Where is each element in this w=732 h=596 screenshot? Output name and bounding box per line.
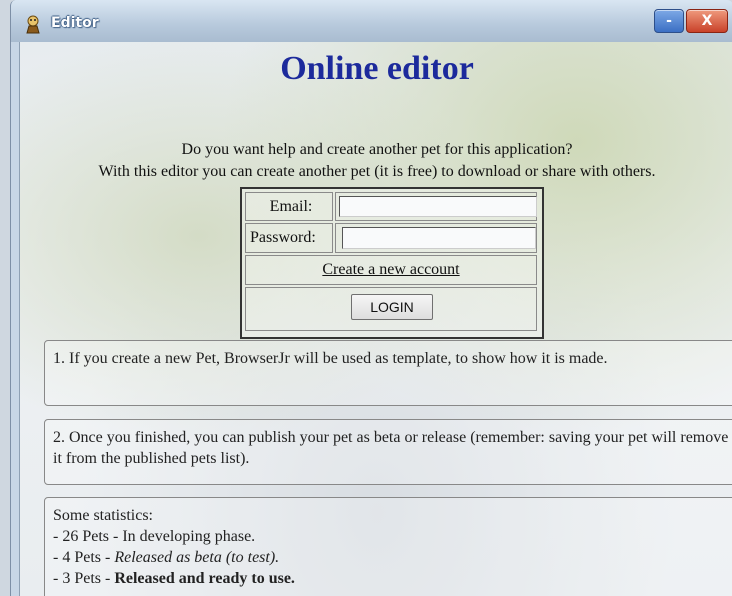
- email-cell: [335, 192, 537, 221]
- create-account-link[interactable]: Create a new account: [322, 261, 459, 279]
- login-button[interactable]: LOGIN: [351, 294, 433, 320]
- statistic-item: - 4 Pets - Released as beta (to test).: [53, 547, 729, 568]
- statistic-prefix: - 26 Pets -: [53, 528, 123, 545]
- close-button[interactable]: X: [686, 9, 728, 33]
- minimize-button[interactable]: -: [654, 9, 684, 33]
- minimize-icon: -: [666, 13, 672, 29]
- password-field[interactable]: [342, 227, 536, 249]
- statistics-title: Some statistics:: [53, 507, 153, 524]
- close-icon: X: [701, 13, 713, 29]
- title-bar[interactable]: Editor - X: [11, 0, 732, 42]
- intro-text-1: Do you want help and create another pet …: [181, 141, 573, 158]
- login-row: LOGIN: [245, 287, 537, 331]
- statistic-text: Released and ready to use.: [114, 570, 295, 587]
- pet-character-icon: [26, 15, 40, 34]
- login-form: Email: Password: Create a new account LO…: [240, 187, 544, 339]
- info-panel-publish: 2. Once you finished, you can publish yo…: [44, 419, 732, 485]
- statistic-prefix: - 4 Pets -: [53, 549, 115, 566]
- statistic-item: - 26 Pets - In developing phase.: [53, 526, 729, 547]
- email-label: Email:: [245, 192, 333, 221]
- info-text-template: 1. If you create a new Pet, BrowserJr wi…: [53, 350, 608, 367]
- statistic-text: Released as beta (to test).: [114, 549, 280, 566]
- intro-text-2: With this editor you can create another …: [98, 163, 656, 180]
- statistic-item: - 3 Pets - Released and ready to use.: [53, 568, 729, 589]
- password-cell: [335, 223, 537, 253]
- page-title: Online editor: [280, 50, 474, 87]
- email-field[interactable]: [339, 196, 537, 217]
- window-title: Editor: [51, 15, 99, 31]
- editor-window: Editor - X Online editor Do you want hel…: [10, 0, 732, 596]
- statistic-prefix: - 3 Pets -: [53, 570, 115, 587]
- statistics-panel: Some statistics: - 26 Pets - In developi…: [44, 497, 732, 596]
- create-account-row: Create a new account: [245, 255, 537, 285]
- password-label: Password:: [245, 223, 333, 253]
- editor-content: Online editor Do you want help and creat…: [19, 42, 732, 596]
- info-text-publish: 2. Once you finished, you can publish yo…: [53, 429, 729, 467]
- statistic-text: In developing phase.: [122, 528, 256, 545]
- info-panel-template: 1. If you create a new Pet, BrowserJr wi…: [44, 340, 732, 406]
